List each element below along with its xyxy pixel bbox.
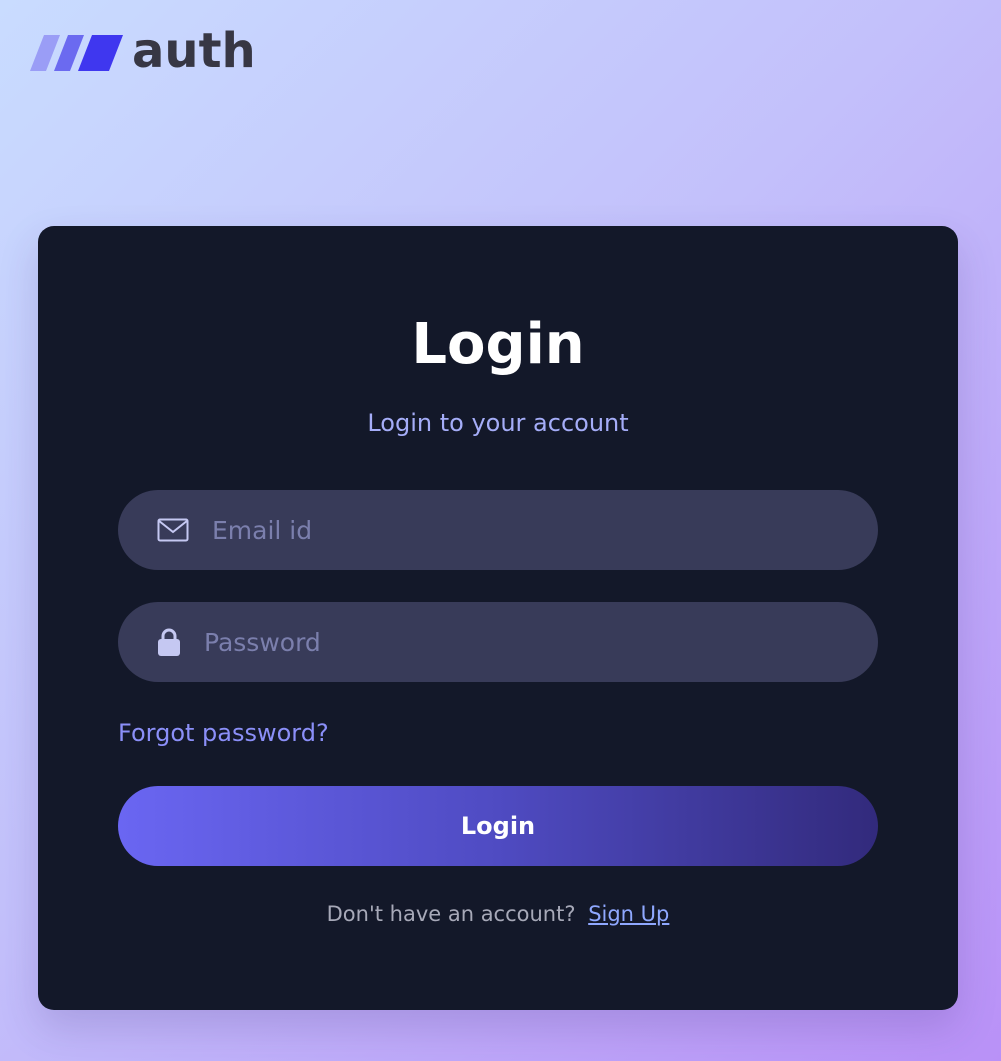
login-card: Login Login to your account Forgot passw…: [38, 226, 958, 1010]
login-button[interactable]: Login: [118, 786, 878, 866]
signup-prompt: Don't have an account?: [326, 902, 576, 926]
login-subtitle: Login to your account: [367, 409, 629, 437]
password-input[interactable]: [204, 612, 878, 672]
signup-row: Don't have an account? Sign Up: [38, 898, 958, 930]
mail-icon: [156, 515, 190, 545]
three-slash-stripes-icon: [30, 35, 123, 71]
forgot-password-link[interactable]: Forgot password?: [118, 716, 329, 750]
brand-name: auth: [132, 23, 256, 79]
login-title: Login: [411, 312, 585, 377]
email-input[interactable]: [212, 500, 878, 560]
email-field-container: [118, 490, 878, 570]
lock-icon: [156, 625, 182, 659]
signup-link[interactable]: Sign Up: [588, 902, 669, 926]
password-field-container: [118, 602, 878, 682]
brand-logo: auth: [30, 23, 256, 79]
